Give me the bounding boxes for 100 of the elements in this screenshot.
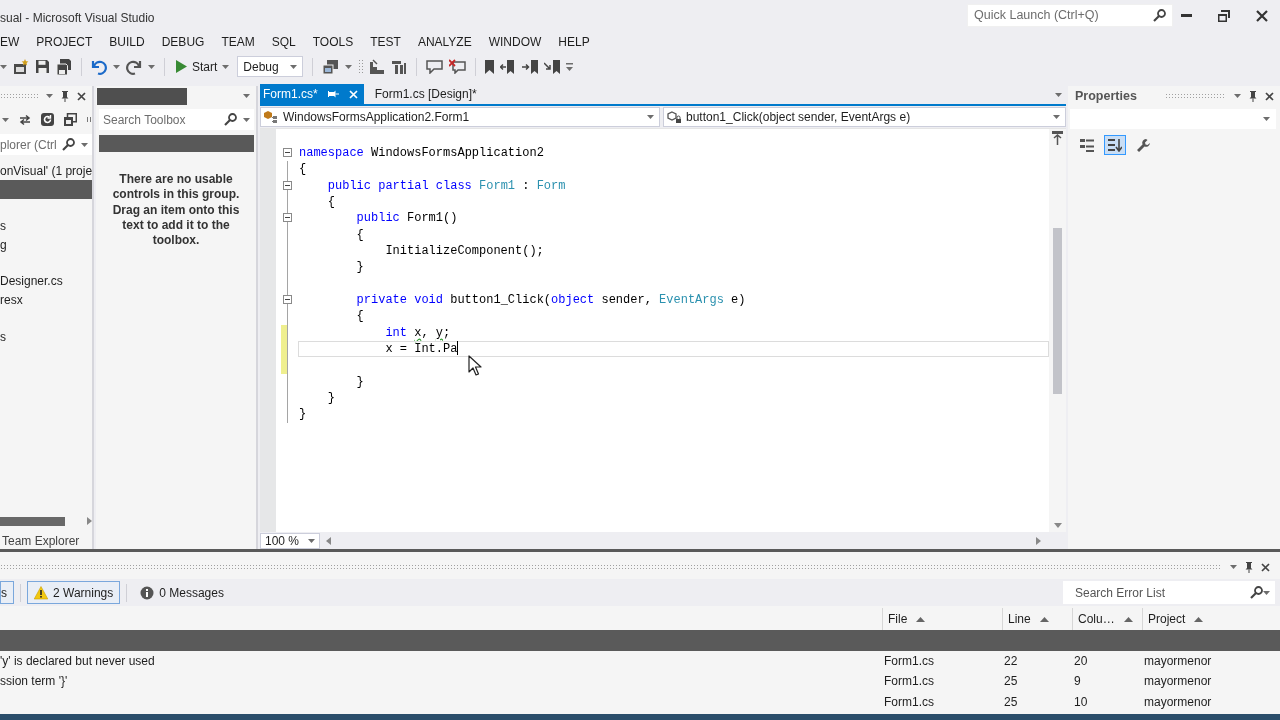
filter-button[interactable]: s: [0, 581, 14, 604]
collapse-icon[interactable]: [283, 148, 292, 157]
menu-item[interactable]: TOOLS: [304, 32, 362, 52]
steps-icon[interactable]: [369, 58, 386, 75]
bookmark-arrow-icon[interactable]: [522, 59, 539, 74]
scroll-right-icon[interactable]: [87, 517, 92, 525]
refresh-icon[interactable]: [41, 113, 54, 126]
menu-item[interactable]: SQL: [263, 32, 305, 52]
caret-icon[interactable]: [2, 117, 9, 122]
menu-item[interactable]: TEST: [361, 32, 410, 52]
windows-icon[interactable]: [322, 58, 340, 75]
columns-icon[interactable]: [391, 58, 408, 75]
window-sparkle-icon[interactable]: [13, 58, 29, 75]
code-line: int x, y;: [385, 325, 451, 340]
close-icon[interactable]: [1256, 9, 1268, 22]
bookmark-arrow-icon[interactable]: [544, 59, 561, 74]
speech-bubble-icon[interactable]: [426, 59, 444, 74]
configuration-dropdown[interactable]: Debug: [237, 56, 304, 77]
caret-icon[interactable]: [1263, 590, 1270, 595]
scroll-left-icon[interactable]: [326, 536, 331, 545]
save-all-icon[interactable]: [56, 58, 72, 75]
caret-icon: [1263, 117, 1270, 121]
tree-item[interactable]: s: [0, 329, 6, 344]
panel-tab[interactable]: Team Explorer: [0, 531, 92, 549]
quick-launch-field[interactable]: Quick Launch (Ctrl+Q): [967, 4, 1173, 27]
menu-item[interactable]: PROJECT: [27, 32, 101, 52]
caret-icon[interactable]: [243, 117, 250, 122]
document-tab[interactable]: Form1.cs [Design]*: [371, 84, 483, 104]
menu-item[interactable]: WINDOW: [480, 32, 550, 52]
search-icon[interactable]: [224, 113, 237, 126]
filter-button[interactable]: 0 Messages: [133, 581, 231, 604]
search-icon[interactable]: [1250, 586, 1263, 599]
undo-icon[interactable]: [91, 58, 107, 75]
tree-item[interactable]: resx: [0, 292, 23, 307]
bookmark-icon[interactable]: [485, 59, 495, 74]
menu-item[interactable]: EW: [0, 32, 28, 52]
search-field[interactable]: Search Toolbox: [99, 109, 254, 130]
menu-item[interactable]: BUILD: [100, 32, 154, 52]
restore-icon[interactable]: [1218, 9, 1230, 22]
collapse-icon[interactable]: [283, 213, 292, 223]
tree-item[interactable]: g: [0, 237, 7, 252]
caret-icon[interactable]: [1234, 94, 1241, 98]
close-icon[interactable]: [1265, 91, 1274, 101]
close-icon[interactable]: [77, 91, 86, 101]
search-icon[interactable]: [1153, 9, 1166, 22]
scrollbar-thumb[interactable]: [0, 516, 65, 526]
empty-group-message: There are no usable controls in this group. Drag an item onto this text to add it to the toolbox.: [111, 172, 241, 249]
caret-icon[interactable]: [243, 94, 250, 98]
redo-icon[interactable]: [126, 58, 142, 75]
split-handle-icon[interactable]: [1052, 131, 1063, 145]
tree-item[interactable]: Designer.cs: [0, 274, 63, 289]
caret-icon[interactable]: [148, 64, 155, 69]
overflow-icon[interactable]: [87, 117, 93, 122]
document-tab[interactable]: Form1.cs*: [260, 84, 364, 104]
zoom-dropdown[interactable]: 100 %: [260, 532, 320, 549]
caret-icon[interactable]: [81, 142, 88, 147]
caret-icon[interactable]: [1055, 93, 1062, 97]
overflow-caret-icon[interactable]: [566, 62, 574, 71]
menu-item[interactable]: ANALYZE: [409, 32, 481, 52]
search-field[interactable]: plorer (Ctrl: [0, 134, 92, 155]
member-dropdown[interactable]: button1_Click(object sender, EventArgs e): [663, 107, 1066, 127]
info-icon: [140, 585, 155, 600]
panel-title-tab[interactable]: [97, 87, 187, 105]
tree-item[interactable]: s: [0, 219, 6, 234]
toolbar-button[interactable]: [1104, 135, 1126, 155]
save-icon[interactable]: [35, 59, 50, 74]
code-line: }: [356, 374, 364, 389]
scrollbar-thumb[interactable]: [1053, 228, 1062, 394]
bookmark-arrow-icon[interactable]: [500, 59, 517, 74]
bubble-cross-icon[interactable]: [449, 59, 467, 74]
start-button[interactable]: Start: [174, 55, 232, 78]
pin-icon[interactable]: [1245, 561, 1253, 573]
caret-icon[interactable]: [46, 94, 53, 98]
class-dropdown[interactable]: WindowsFormsApplication2.Form1: [260, 107, 660, 127]
pin-icon[interactable]: [61, 90, 69, 102]
scroll-right-icon[interactable]: [1036, 536, 1041, 545]
text-caret: [457, 340, 459, 355]
tree-item[interactable]: onVisual' (1 proje: [0, 164, 93, 178]
menu-item[interactable]: TEAM: [212, 32, 264, 52]
pin-icon[interactable]: [1249, 90, 1257, 102]
search-field[interactable]: Search Error List: [1063, 581, 1275, 604]
caret-icon[interactable]: [0, 64, 7, 69]
menu-item[interactable]: HELP: [549, 32, 599, 52]
sync-arrows-icon[interactable]: [19, 113, 31, 126]
filter-button[interactable]: 2 Warnings: [27, 581, 121, 604]
menu-item[interactable]: DEBUG: [153, 32, 213, 52]
caret-icon[interactable]: [113, 64, 120, 69]
windows-stack-icon[interactable]: [64, 113, 77, 126]
collapse-icon[interactable]: [283, 180, 292, 190]
collapse-icon[interactable]: [283, 294, 292, 304]
code-line: public Form1(): [356, 211, 458, 226]
caret-icon[interactable]: [345, 64, 353, 69]
table-cell: Form1.cs: [884, 653, 934, 668]
sort-down-icon: [1108, 138, 1122, 152]
caret-icon[interactable]: [1230, 565, 1237, 569]
table-cell: mayormenor: [1144, 694, 1212, 709]
scroll-down-icon[interactable]: [1053, 523, 1062, 528]
search-icon[interactable]: [62, 138, 75, 151]
wrench-icon: [1136, 138, 1150, 152]
close-icon[interactable]: [1261, 562, 1270, 572]
